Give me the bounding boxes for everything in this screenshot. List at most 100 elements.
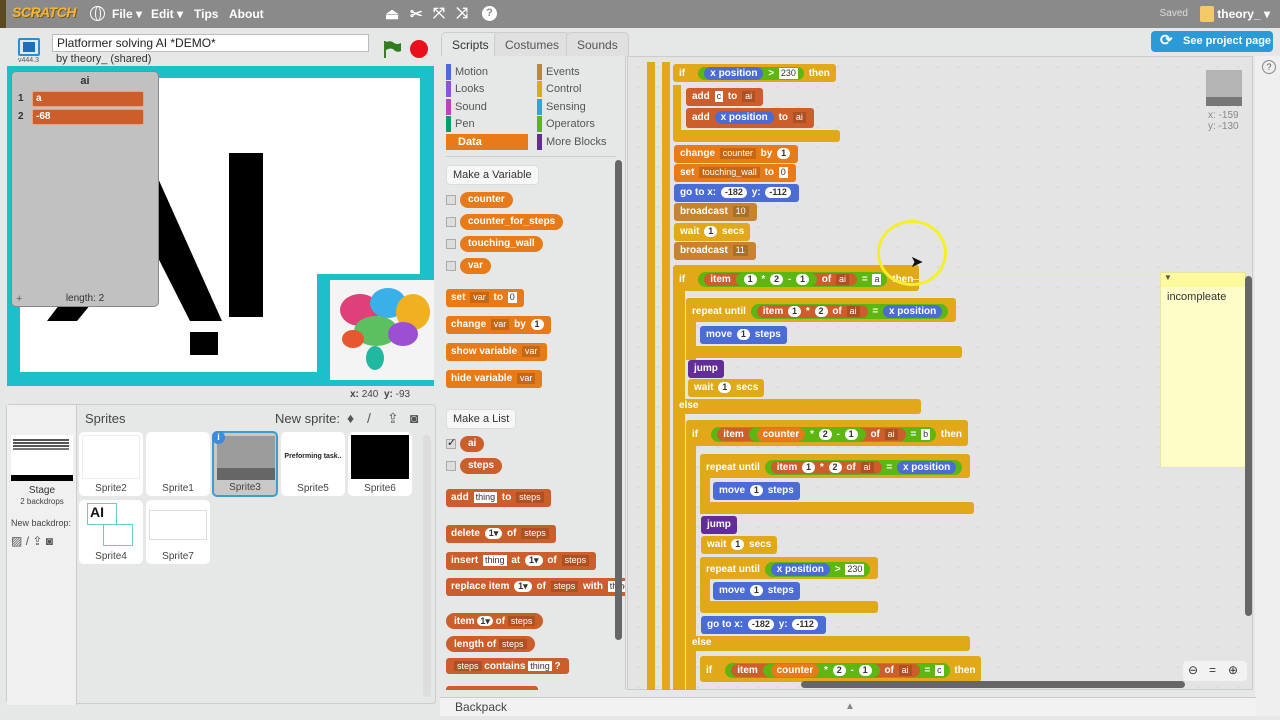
list-item-value[interactable]: a [32,91,144,107]
sprite-tile[interactable]: Sprite2 [79,432,143,496]
if-else-block[interactable]: if item counter * 2 - 1 of ai = b then [686,420,968,446]
list-monitor-ai[interactable]: ai 1 a 2 -68 + length: 2 [11,71,159,307]
scripts-vertical-scrollbar[interactable] [1245,276,1252,616]
move-steps-block[interactable]: move 1 steps [700,326,787,344]
value-input[interactable]: 1 [743,274,757,285]
scripts-horizontal-scrollbar[interactable] [801,681,1185,688]
tab-scripts[interactable]: Scripts [441,32,500,56]
minus-operator[interactable]: counter * 2 - 1 [748,428,866,441]
variable-reporter[interactable]: counter_for_steps [460,214,564,230]
move-steps-block[interactable]: move 1 steps [713,582,800,600]
list-dropdown[interactable]: ai [898,665,912,676]
index-input[interactable]: 1▾ [525,555,543,566]
sprite-tile[interactable]: Preforming task.. Sprite5 [281,432,345,496]
value-input[interactable]: thing [483,555,507,566]
list-item[interactable]: 2 -68 [18,109,148,125]
duplicate-icon[interactable]: ⏏ [385,5,399,23]
y-input[interactable]: -112 [792,619,818,630]
repeat-until-block[interactable]: repeat until item 1 * 2 of ai = x positi… [700,454,971,478]
category-sound[interactable]: Sound [446,99,487,115]
var-dropdown[interactable]: var [521,346,541,357]
category-events[interactable]: Events [537,64,580,80]
message-dropdown[interactable]: 11 [732,245,748,256]
show-variable-block[interactable]: show variable var [446,343,548,361]
variable-reporter[interactable]: counter [460,192,513,208]
variable-checkbox[interactable] [446,239,456,249]
category-pen[interactable]: Pen [446,116,475,132]
palette-scrollbar[interactable] [615,160,622,640]
value-input[interactable]: b [921,429,931,440]
list-checkbox[interactable] [446,461,456,471]
list-reporter[interactable]: steps [460,458,503,474]
value-input[interactable]: 230 [778,68,798,79]
var-dropdown[interactable]: counter [719,148,756,159]
add-to-list-block[interactable]: add c to ai [686,88,764,106]
value-input[interactable]: a [872,274,882,285]
sprite-tile[interactable]: AI Sprite4 [79,500,143,564]
sprite-tile[interactable]: Sprite7 [146,500,210,564]
equals-operator[interactable]: item 1 * 2 of ai = x position [764,460,963,475]
value-input[interactable]: 0 [778,167,788,178]
broadcast-block[interactable]: broadcast 10 [674,203,757,221]
list-dropdown[interactable]: ai [742,91,756,102]
move-steps-block[interactable]: move 1 steps [713,482,800,500]
value-input[interactable]: 2 [814,306,828,317]
variable-reporter[interactable]: var [460,258,492,274]
user-menu[interactable]: theory_ ▾ [1217,7,1270,21]
list-dropdown[interactable]: steps [499,639,527,649]
index-input[interactable]: 1▾ [477,616,493,626]
list-item-value[interactable]: -68 [32,109,144,125]
repeat-until-block[interactable]: repeat until item 1 * 2 of ai = x positi… [686,298,957,322]
backpack-bar[interactable]: Backpack ▲ [440,697,1256,716]
broadcast-block[interactable]: broadcast 11 [674,242,756,260]
tab-costumes[interactable]: Costumes [494,32,571,56]
brain-sprite[interactable] [330,280,434,380]
set-variable-block[interactable]: set var to 0 [446,289,524,307]
variable-checkbox[interactable] [446,195,456,205]
insert-at-list-block[interactable]: insert thing at 1▾ of steps [446,552,597,570]
change-variable-block[interactable]: change var by 1 [446,316,551,334]
sprite-info-icon[interactable]: i [212,431,225,444]
category-more-blocks[interactable]: More Blocks [537,134,607,150]
backdrop-paint-icon[interactable]: / [26,534,29,548]
value-input[interactable]: 2 [832,665,846,676]
make-variable-button[interactable]: Make a Variable [446,165,539,185]
list-dropdown[interactable]: ai [846,306,860,317]
message-dropdown[interactable]: 10 [732,206,749,217]
category-motion[interactable]: Motion [446,64,488,80]
value-input[interactable]: 1 [736,329,750,340]
menu-edit[interactable]: Edit ▾ [151,7,183,21]
x-input[interactable]: -182 [720,187,747,198]
repeat-until-block[interactable]: repeat until x position > 230 [700,557,879,579]
item-of-list-reporter[interactable]: item 1 * 2 - 1 of ai [704,273,858,286]
see-project-page-button[interactable]: See project page [1151,30,1273,52]
go-to-xy-block[interactable]: go to x: -182 y: -112 [701,616,826,634]
list-dropdown[interactable]: steps [521,528,549,539]
list-dropdown[interactable]: ai [860,462,874,473]
x-input[interactable]: -182 [747,619,774,630]
add-to-list-block[interactable]: add x position to ai [686,108,814,128]
value-input[interactable]: thing [528,661,552,671]
value-input[interactable]: thing [473,492,498,503]
green-flag-icon[interactable] [382,40,402,58]
user-avatar[interactable] [1200,6,1214,22]
change-variable-block[interactable]: change counter by 1 [674,145,799,163]
var-dropdown[interactable]: touching_wall [699,167,760,178]
comment-collapse-toggle[interactable] [1161,273,1245,287]
zoom-out-icon[interactable]: ⊖ [1188,663,1198,677]
value-input[interactable]: 1 [788,306,802,317]
x-position-reporter[interactable]: x position [704,67,764,80]
value-input[interactable]: 2 [818,429,832,440]
item-of-list-reporter[interactable]: item 1 * 2 of ai [770,461,882,474]
index-input[interactable]: 1▾ [514,581,532,592]
help-icon[interactable]: ? [482,6,497,21]
item-of-list-reporter[interactable]: item 1▾ of steps [446,613,544,629]
hide-variable-block[interactable]: hide variable var [446,370,543,388]
category-data[interactable]: Data [446,134,528,150]
value-input[interactable]: 1 [777,148,791,159]
backdrop-library-icon[interactable]: ▨ [11,534,22,548]
variable-checkbox[interactable] [446,261,456,271]
list-dropdown[interactable]: ai [884,429,898,440]
list-item[interactable]: 1 a [18,91,148,107]
if-block[interactable]: if item counter * 2 - 1 of ai = c then [700,656,982,682]
